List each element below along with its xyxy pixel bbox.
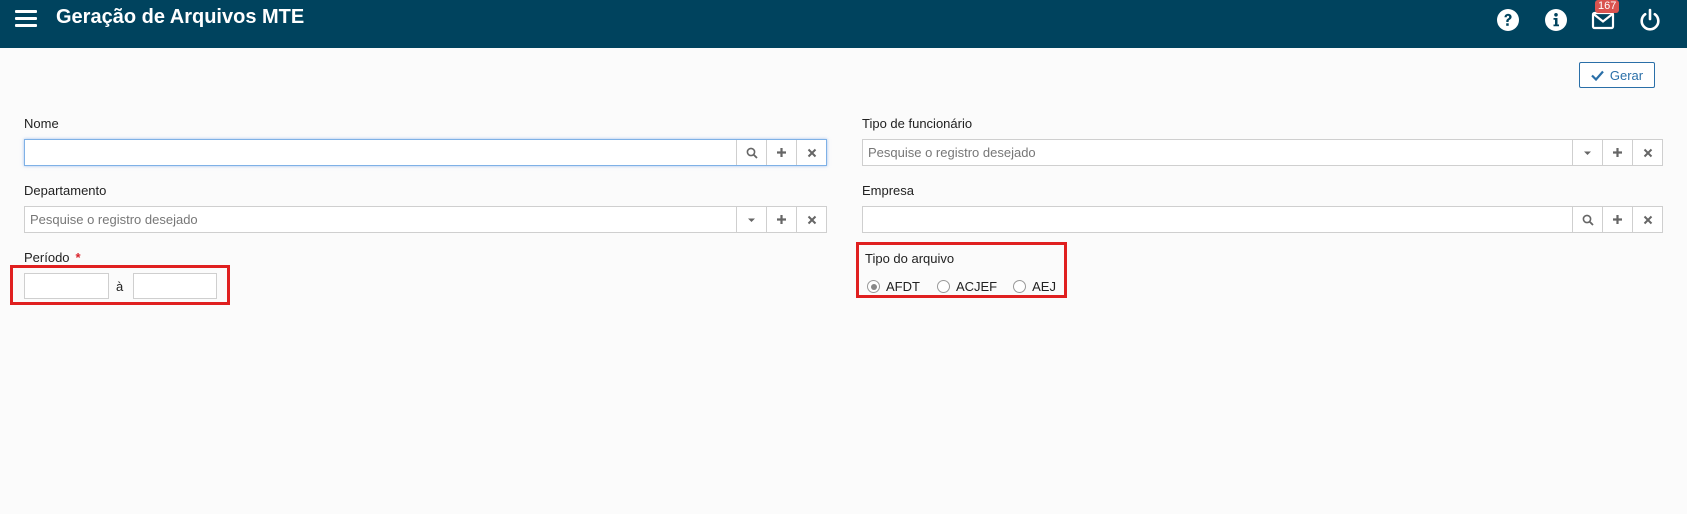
info-icon[interactable] [1543,7,1569,33]
periodo-start-input[interactable] [24,273,109,299]
nome-field [24,139,827,166]
nome-clear-button[interactable] [796,140,826,165]
periodo-separator: à [116,279,124,294]
plus-icon [1613,215,1622,224]
tipo-arquivo-label: Tipo do arquivo [865,251,955,266]
radio-afdt[interactable] [867,280,880,293]
empresa-search-button[interactable] [1572,207,1602,232]
empresa-add-button[interactable] [1602,207,1632,232]
empresa-input[interactable] [863,207,1572,232]
radio-acjef-label: ACJEF [955,279,998,294]
radio-acjef[interactable] [936,280,950,293]
tipo-funcionario-add-button[interactable] [1602,140,1632,165]
radio-selected-dot [870,283,877,290]
radio-aej-label: AEJ [1032,279,1056,294]
tipo-arquivo-radio-group: AFDT ACJEF AEJ [867,279,1056,294]
tipo-funcionario-field [862,139,1663,166]
gerar-button[interactable]: Gerar [1579,62,1655,88]
plus-icon [777,148,786,157]
periodo-label: Período * [24,250,81,265]
departamento-add-button[interactable] [766,207,796,232]
close-icon [807,148,816,157]
nome-search-button[interactable] [736,140,766,165]
tipo-funcionario-input[interactable] [863,140,1572,165]
departamento-field [24,206,827,233]
radio-aej[interactable] [1013,280,1027,293]
nome-label: Nome [24,116,59,131]
periodo-label-text: Período [24,250,70,265]
page-title: Geração de Arquivos MTE [56,6,305,28]
departamento-input[interactable] [25,207,736,232]
close-icon [807,215,816,224]
notification-badge: 167 [1595,0,1620,13]
tipo-funcionario-clear-button[interactable] [1632,140,1662,165]
departamento-clear-button[interactable] [796,207,826,232]
tipo-funcionario-dropdown-button[interactable] [1572,140,1602,165]
search-icon [1582,214,1594,226]
power-icon[interactable] [1637,7,1663,33]
plus-icon [1613,148,1622,157]
help-icon[interactable] [1495,7,1521,33]
menu-icon[interactable] [15,10,37,28]
close-icon [1643,148,1652,157]
search-icon [746,147,758,159]
close-icon [1643,215,1652,224]
nome-input[interactable] [25,140,736,165]
required-mark: * [75,250,81,265]
empresa-clear-button[interactable] [1632,207,1662,232]
check-icon [1591,70,1604,81]
empresa-label: Empresa [862,183,915,198]
radio-afdt-label: AFDT [886,279,920,294]
departamento-dropdown-button[interactable] [736,207,766,232]
top-header: Geração de Arquivos MTE 167 [0,0,1687,48]
nome-add-button[interactable] [766,140,796,165]
caret-down-icon [1584,151,1591,155]
periodo-end-input[interactable] [133,273,217,299]
plus-icon [777,215,786,224]
caret-down-icon [748,218,755,222]
empresa-field [862,206,1663,233]
tipo-funcionario-label: Tipo de funcionário [862,116,973,131]
departamento-label: Departamento [24,183,107,198]
gerar-button-label: Gerar [1609,67,1644,83]
